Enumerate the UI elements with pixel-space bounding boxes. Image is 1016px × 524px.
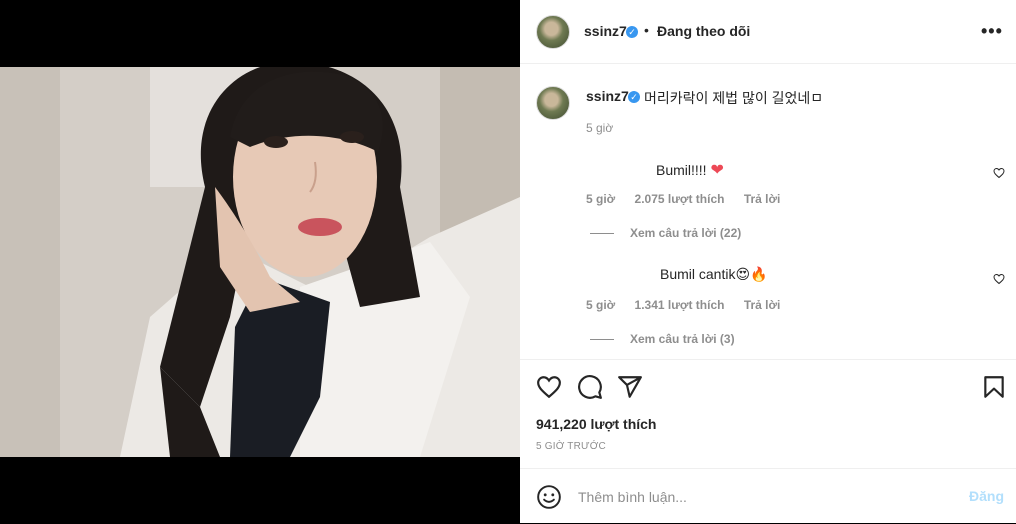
comment-input[interactable] [576,485,940,509]
replies-divider [590,339,614,341]
post-media [0,0,520,523]
follow-separator: • [644,22,649,38]
post-photo[interactable] [0,67,520,457]
caption-time: 5 giờ [586,121,614,135]
post-detail-panel: ssinz7 ✓ • Đang theo dõi ••• ssinz7 ✓ 머리… [520,0,1016,523]
comment-composer: Đăng [520,468,1016,524]
emoji: 😍🔥 [735,266,768,282]
comment-time: 5 giờ [586,192,616,206]
emoji-icon[interactable] [536,484,562,510]
caption-username[interactable]: ssinz7 [586,88,629,104]
post-date[interactable]: 5 GIỜ TRƯỚC [536,441,606,452]
like-heart-icon[interactable] [536,374,562,400]
comment-meta: 5 giờ 1.341 lượt thích Trả lời [586,298,796,312]
comment-text: Bumil!!!! ❤ [656,162,724,179]
view-replies-button[interactable]: Xem câu trả lời (3) [590,332,735,346]
view-replies-label: Xem câu trả lời (22) [630,226,742,240]
action-bar: 941,220 lượt thích 5 GIỜ TRƯỚC [520,359,1016,452]
share-icon[interactable] [617,374,643,400]
more-options-icon[interactable]: ••• [981,21,1003,42]
caption-text: 머리카락이 제법 많이 길었네ㅁ [644,90,824,106]
post-header: ssinz7 ✓ • Đang theo dõi ••• [520,0,1016,64]
view-replies-button[interactable]: Xem câu trả lời (22) [590,226,741,240]
portrait-image [0,67,520,457]
comment-icon[interactable] [577,374,603,400]
avatar[interactable] [536,15,570,49]
bookmark-icon[interactable] [981,374,1007,400]
comment-like-heart-icon[interactable] [993,167,1005,179]
follow-status-button[interactable]: Đang theo dõi [657,23,750,39]
heart-emoji: ❤ [710,162,724,179]
comment-likes[interactable]: 1.341 lượt thích [635,298,725,312]
username-link[interactable]: ssinz7 [584,23,627,39]
comment-time: 5 giờ [586,298,616,312]
reply-button[interactable]: Trả lời [744,298,781,312]
comment-text: Bumil cantik😍🔥 [660,266,768,282]
caption-avatar[interactable] [536,86,570,120]
comment-likes[interactable]: 2.075 lượt thích [635,192,725,206]
like-count[interactable]: 941,220 lượt thích [536,416,656,432]
verified-badge-icon: ✓ [626,26,638,38]
comment-meta: 5 giờ 2.075 lượt thích Trả lời [586,192,796,206]
reply-button[interactable]: Trả lời [744,192,781,206]
comment-like-heart-icon[interactable] [993,273,1005,285]
verified-badge-icon: ✓ [628,91,640,103]
replies-divider [590,233,614,235]
post-comment-button[interactable]: Đăng [969,488,1004,504]
view-replies-label: Xem câu trả lời (3) [630,332,735,346]
